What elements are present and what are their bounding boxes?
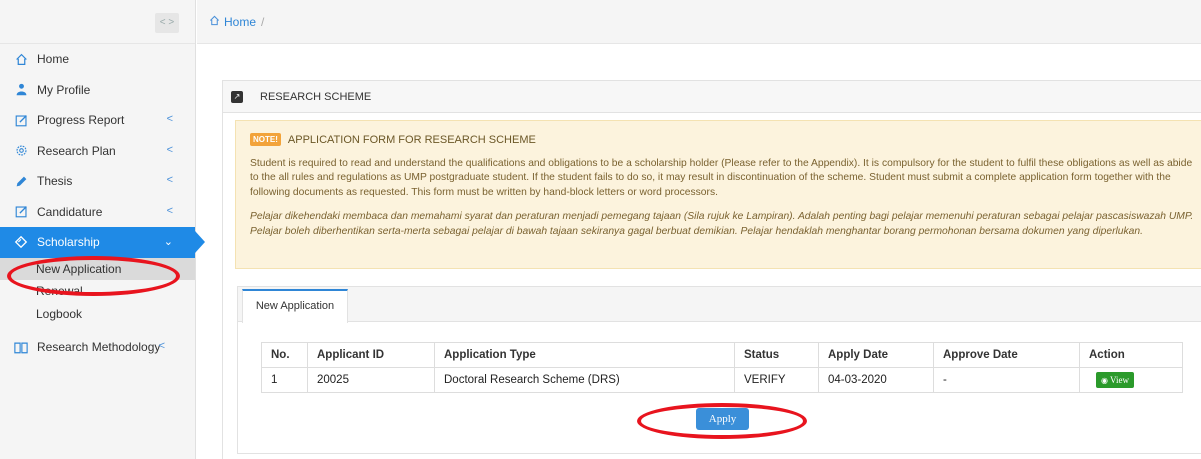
chevron-left-icon: < bbox=[166, 143, 173, 156]
diamond-icon bbox=[14, 235, 28, 249]
book-icon bbox=[14, 340, 28, 354]
cell-application-type: Doctoral Research Scheme (DRS) bbox=[434, 367, 735, 393]
sidebar-item-label: Home bbox=[37, 52, 70, 67]
view-button-label: View bbox=[1109, 375, 1129, 385]
cell-approve-date: - bbox=[933, 367, 1080, 393]
submenu-item-new-application[interactable]: New Application bbox=[0, 257, 195, 280]
pencil-icon bbox=[14, 174, 28, 188]
tab-container: New Application No. Applicant ID Applica… bbox=[237, 286, 1201, 454]
column-header: Approve Date bbox=[933, 342, 1080, 368]
note-text-malay: Pelajar dikehendaki membaca dan memahami… bbox=[250, 211, 1194, 237]
research-scheme-panel: ↗ RESEARCH SCHEME NOTE! APPLICATION FORM… bbox=[222, 80, 1201, 459]
column-header: Action bbox=[1079, 342, 1183, 368]
cell-applicant-id: 20025 bbox=[307, 367, 435, 393]
home-icon bbox=[209, 15, 220, 29]
submenu-item-renewal[interactable]: Renewal bbox=[0, 280, 195, 303]
sidebar-item-scholarship[interactable]: Scholarship ⌄ bbox=[0, 227, 205, 258]
breadcrumb-separator: / bbox=[261, 14, 265, 29]
chevron-left-icon: < bbox=[166, 174, 173, 186]
chevron-left-icon: < bbox=[166, 113, 173, 125]
user-icon bbox=[14, 83, 28, 97]
sidebar-item-progress-report[interactable]: Progress Report < bbox=[0, 105, 195, 136]
table-header-row: No. Applicant ID Application Type Status… bbox=[261, 342, 1183, 368]
note-title: APPLICATION FORM FOR RESEARCH SCHEME bbox=[287, 133, 536, 146]
sidebar-item-research-plan[interactable]: Research Plan < bbox=[0, 136, 195, 167]
home-icon bbox=[14, 52, 28, 66]
edit-icon bbox=[14, 205, 28, 219]
sidebar-item-label: Research Methodology bbox=[37, 340, 161, 355]
cell-action: ◉ View bbox=[1079, 367, 1183, 393]
sidebar-item-research-methodology[interactable]: Research Methodology < bbox=[0, 332, 195, 363]
column-header: Apply Date bbox=[818, 342, 934, 368]
sidebar-item-my-profile[interactable]: My Profile bbox=[0, 75, 195, 106]
cell-no: 1 bbox=[261, 367, 308, 393]
expand-icon: ↗ bbox=[231, 90, 243, 103]
panel-title: RESEARCH SCHEME bbox=[260, 90, 372, 103]
edit-icon bbox=[14, 113, 28, 127]
note-title-row: NOTE! APPLICATION FORM FOR RESEARCH SCHE… bbox=[250, 133, 1201, 146]
apply-button[interactable]: Apply bbox=[696, 408, 749, 430]
chevron-left-icon: < bbox=[166, 204, 173, 217]
sidebar-item-home[interactable]: Home bbox=[0, 44, 195, 75]
column-header: Applicant ID bbox=[307, 342, 435, 368]
sidebar-item-label: My Profile bbox=[37, 82, 91, 97]
tab-new-application[interactable]: New Application bbox=[242, 289, 348, 323]
column-header: Application Type bbox=[434, 342, 735, 368]
column-header: Status bbox=[734, 342, 819, 368]
sidebar-item-label: Candidature bbox=[37, 204, 103, 219]
sidebar-item-label: Research Plan bbox=[37, 143, 116, 158]
note-badge: NOTE! bbox=[250, 133, 281, 146]
sidebar-item-candidature[interactable]: Candidature < bbox=[0, 197, 195, 228]
breadcrumb-home-link[interactable]: Home bbox=[224, 15, 256, 29]
note-text-english: Student is required to read and understa… bbox=[250, 158, 1193, 198]
cell-apply-date: 04-03-2020 bbox=[818, 367, 934, 393]
chevron-down-icon: ⌄ bbox=[163, 236, 173, 248]
sidebar-toggle-button[interactable]: < > bbox=[155, 13, 179, 33]
sidebar-item-thesis[interactable]: Thesis < bbox=[0, 166, 195, 197]
eye-icon: ◉ bbox=[1101, 375, 1108, 385]
view-button[interactable]: ◉ View bbox=[1096, 372, 1134, 388]
sidebar-header: < > bbox=[0, 0, 195, 44]
sidebar-item-label: Progress Report bbox=[37, 113, 125, 128]
tab-strip: New Application bbox=[238, 287, 1201, 323]
applications-table: No. Applicant ID Application Type Status… bbox=[261, 342, 1183, 393]
gear-icon bbox=[14, 144, 28, 158]
column-header: No. bbox=[261, 342, 308, 368]
sidebar-item-label: Scholarship bbox=[37, 235, 100, 250]
sidebar-item-label: Thesis bbox=[37, 174, 73, 189]
panel-header: ↗ RESEARCH SCHEME bbox=[223, 81, 1201, 113]
sidebar: < > Home My Profile Progress Report < Re… bbox=[0, 0, 205, 459]
note-box: NOTE! APPLICATION FORM FOR RESEARCH SCHE… bbox=[235, 120, 1201, 269]
table-row: 1 20025 Doctoral Research Scheme (DRS) V… bbox=[261, 367, 1183, 393]
cell-status: VERIFY bbox=[734, 367, 819, 393]
chevron-left-icon: < bbox=[158, 340, 165, 352]
breadcrumb: Home / bbox=[197, 0, 1201, 44]
submenu-item-logbook[interactable]: Logbook bbox=[0, 303, 195, 326]
